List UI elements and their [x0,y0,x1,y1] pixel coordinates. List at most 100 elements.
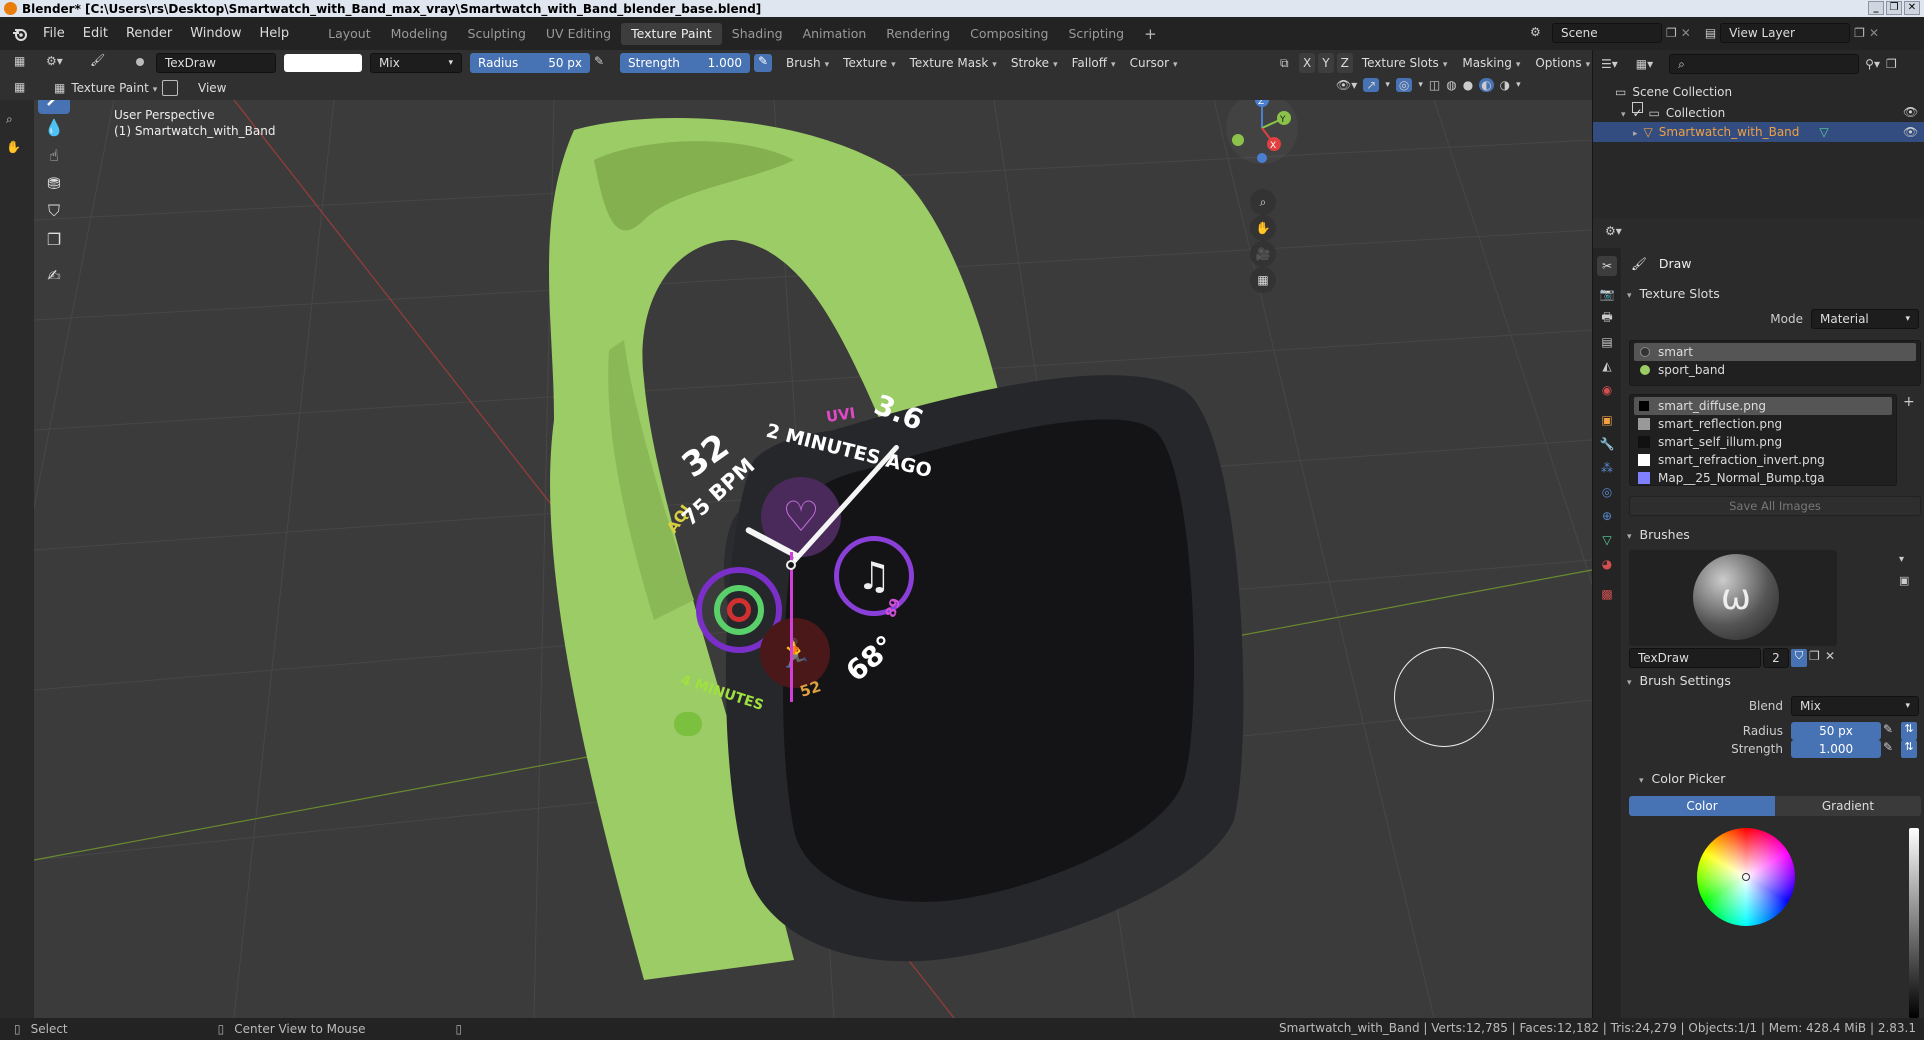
strength-setting-slider[interactable]: 1.000 [1791,740,1881,758]
filter-icon[interactable]: ⚲▾ [1865,57,1880,71]
overlay-mode-icon[interactable] [162,80,178,96]
color-tab[interactable]: Color [1629,796,1775,816]
material-shading-icon[interactable]: ◐ [1479,78,1494,92]
ortho-grid-icon[interactable]: ▦ [1250,267,1276,293]
stroke-menu[interactable]: Stroke ▾ [1005,53,1064,73]
image-item-normal[interactable]: Map__25_Normal_Bump.tga [1634,469,1892,487]
maximize-button[interactable]: ❐ [1886,1,1902,15]
xray-icon[interactable]: ◫ [1429,78,1440,92]
outliner-editor-icon[interactable]: ☰▾ [1601,57,1618,71]
outliner-object[interactable]: ▸ ▽ Smartwatch_with_Band ▽ [1633,122,1829,142]
navigation-gizmo[interactable]: Z Y X [1222,100,1302,168]
clone-tool-icon[interactable]: ⛃ [38,168,70,198]
tab-texture-paint[interactable]: Texture Paint [621,22,722,45]
scene-tab-icon[interactable]: ◭ [1597,356,1617,376]
view-pan-icon[interactable]: ⌕ [6,112,13,127]
brush-settings-panel-header[interactable]: ▾ Brush Settings [1627,670,1921,692]
brush-name-field[interactable]: TexDraw [156,53,276,73]
gradient-tab[interactable]: Gradient [1775,796,1921,816]
physics-tab-icon[interactable]: ◎ [1597,482,1617,502]
strength-slider[interactable]: Strength 1.000 [620,53,750,73]
cursor-menu[interactable]: Cursor ▾ [1124,53,1184,73]
texture-slots-menu[interactable]: Texture Slots ▾ [1356,53,1454,73]
strength-unit-icon[interactable]: ⇅ [1901,740,1917,758]
checkbox-icon[interactable]: ✓ [1631,102,1643,120]
tab-uv-editing[interactable]: UV Editing [536,23,621,45]
visibility-icon[interactable]: 👁▾ [1336,78,1357,92]
mode-select[interactable]: ▦ Texture Paint ▾ [48,78,163,98]
view-layer-icon[interactable]: ▤ [1705,26,1716,40]
delete-scene-icon[interactable]: ✕ [1681,26,1691,40]
blender-menu-icon[interactable] [12,26,28,42]
brush-icon[interactable]: 🖌 [90,53,110,73]
overlays-icon[interactable]: ◎ [1395,78,1413,92]
view-menu[interactable]: View [192,78,232,98]
image-item-refraction[interactable]: smart_refraction_invert.png [1634,451,1892,469]
material-list[interactable]: smart sport_band [1629,340,1921,386]
radius-pressure-icon[interactable]: ✎ [1883,722,1893,736]
image-item-self-illum[interactable]: smart_self_illum.png [1634,433,1892,451]
mask-tool-icon[interactable]: ❐ [38,224,70,254]
tab-animation[interactable]: Animation [793,23,877,45]
texture-tab-icon[interactable]: ▩ [1597,584,1617,604]
camera-view-icon[interactable]: 🎥 [1250,241,1276,267]
blend-select[interactable]: Mix ▾ [1791,696,1919,716]
image-item-reflection[interactable]: smart_reflection.png [1634,415,1892,433]
brushes-panel-header[interactable]: ▾ Brushes [1627,524,1921,546]
add-workspace-button[interactable]: + [1134,23,1167,45]
texture-menu[interactable]: Texture ▾ [837,53,901,73]
new-collection-icon[interactable]: ❐ [1886,57,1897,71]
color-picker-panel-header[interactable]: ▾ Color Picker [1639,768,1924,790]
pan-hand-icon[interactable]: ✋ [1250,215,1276,241]
annotate-tool-icon[interactable]: ✍ [38,260,70,290]
mirror-x-button[interactable]: X [1299,53,1316,73]
mirror-icon[interactable]: ⧉ [1280,56,1296,71]
modifier-tab-icon[interactable]: 🔧 [1597,434,1617,454]
new-scene-icon[interactable]: ❐ [1666,26,1677,40]
close-button[interactable]: ✕ [1904,1,1920,15]
add-texture-slot-icon[interactable]: + [1903,394,1915,410]
tab-modeling[interactable]: Modeling [381,23,458,45]
menu-help[interactable]: Help [251,26,299,41]
outliner-display-icon[interactable]: ▦▾ [1636,57,1653,71]
view-layer-field[interactable]: View Layer [1720,23,1851,43]
smear-tool-icon[interactable]: ☝ [38,140,70,170]
data-tab-icon[interactable]: ▽ [1597,530,1617,550]
outliner-search-input[interactable]: ⌕ [1669,54,1860,74]
brush-settings-icon[interactable]: ▣ [1899,574,1909,587]
menu-file[interactable]: File [34,26,74,41]
solid-shading-icon[interactable]: ● [1463,78,1473,92]
mirror-z-button[interactable]: Z [1336,53,1353,73]
tab-shading[interactable]: Shading [722,23,793,45]
gizmo-icon[interactable]: ↗ [1363,78,1380,92]
3d-viewport[interactable]: ♡ ♫ 🏃 AQI 32 75 BPM 2 MINUTES AGO UVI 3.… [34,100,1592,1018]
texture-mode-select[interactable]: Material ▾ [1811,309,1919,329]
masking-menu[interactable]: Masking ▾ [1456,53,1526,73]
radius-slider[interactable]: Radius 50 px [470,53,590,73]
duplicate-brush-icon[interactable]: ❐ [1809,649,1820,663]
brush-expand-icon[interactable]: ▾ [1899,554,1904,565]
tab-compositing[interactable]: Compositing [960,23,1058,45]
new-view-layer-icon[interactable]: ❐ [1854,26,1865,40]
fill-tool-icon[interactable]: ⛉ [38,196,70,226]
mirror-y-button[interactable]: Y [1318,53,1334,73]
object-visibility-icon[interactable]: 👁 [1903,125,1918,139]
radius-unit-icon[interactable]: ⇅ [1901,722,1917,740]
scene-field[interactable]: Scene [1552,23,1662,43]
tab-rendering[interactable]: Rendering [876,23,960,45]
value-slider[interactable] [1909,828,1919,1018]
unlink-brush-icon[interactable]: ✕ [1825,649,1835,663]
world-tab-icon[interactable]: ◉ [1597,380,1617,400]
constraints-tab-icon[interactable]: ⊕ [1597,506,1617,526]
tab-scripting[interactable]: Scripting [1059,23,1135,45]
material-item-smart[interactable]: smart [1634,343,1916,361]
minimize-button[interactable]: _ [1868,1,1884,15]
fake-user-icon[interactable]: ⛉ [1791,649,1807,667]
falloff-menu[interactable]: Falloff ▾ [1066,53,1122,73]
zoom-icon[interactable]: ⌕ [1250,189,1276,215]
color-wheel[interactable] [1697,828,1795,926]
view-layer-tab-icon[interactable]: ▤ [1597,332,1617,352]
options-menu[interactable]: Options ▾ [1529,53,1596,73]
image-slot-list[interactable]: smart_diffuse.png smart_reflection.png s… [1629,394,1897,486]
brush-users-count[interactable]: 2 [1763,648,1789,668]
